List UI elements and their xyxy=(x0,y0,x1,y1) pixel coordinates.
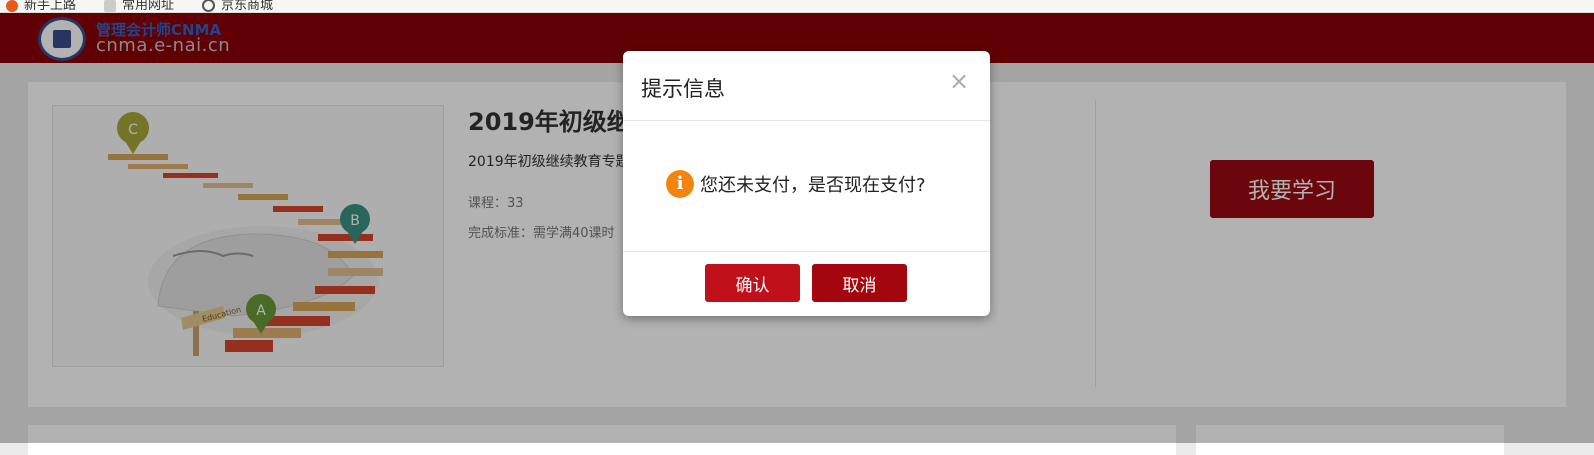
bookmark-item[interactable]: 常用网址 xyxy=(104,0,175,13)
globe-icon xyxy=(202,0,215,12)
payment-prompt-dialog: 提示信息 × i 您还未支付，是否现在支付? 确认 取消 xyxy=(623,51,990,316)
dialog-divider xyxy=(623,120,990,121)
dialog-message: i 您还未支付，是否现在支付? xyxy=(666,169,926,199)
cancel-button[interactable]: 取消 xyxy=(812,264,907,302)
bookmark-label: 京东商城 xyxy=(221,0,274,13)
bookmark-label: 常用网址 xyxy=(122,0,175,13)
bookmarks-bar: 新手上路 常用网址 京东商城 xyxy=(0,0,1594,13)
bookmark-label: 新手上路 xyxy=(24,0,77,13)
dialog-divider xyxy=(623,251,990,252)
info-icon: i xyxy=(666,170,694,198)
dialog-title: 提示信息 xyxy=(641,77,725,101)
folder-icon xyxy=(104,0,116,12)
bookmark-item[interactable]: 新手上路 xyxy=(6,0,77,13)
close-icon[interactable]: × xyxy=(949,67,969,95)
dialog-message-text: 您还未支付，是否现在支付? xyxy=(700,175,926,196)
colorful-circle-icon xyxy=(6,0,18,12)
bookmark-item[interactable]: 京东商城 xyxy=(202,0,274,13)
confirm-button[interactable]: 确认 xyxy=(705,264,800,302)
